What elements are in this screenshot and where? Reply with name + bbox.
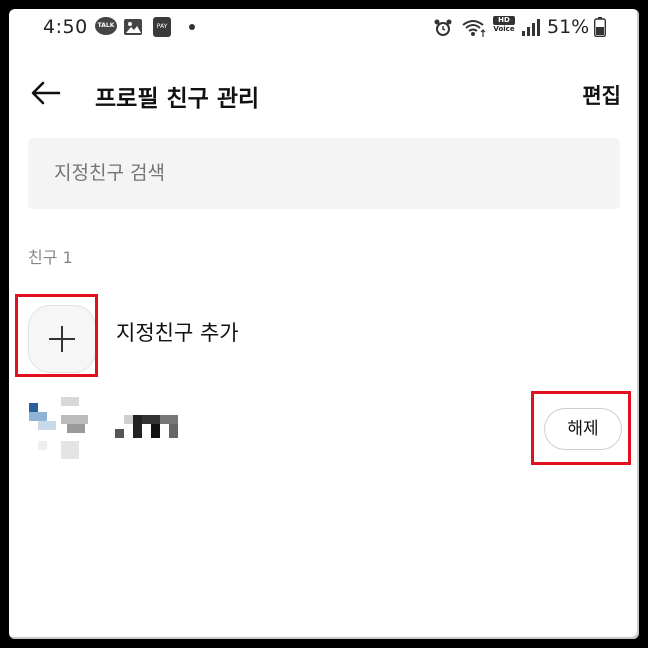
mosaic-block [151, 424, 160, 438]
wifi-icon [462, 20, 486, 37]
mosaic-block [29, 412, 47, 421]
add-designated-friend-row[interactable] [9, 289, 639, 379]
pay-notification-icon: PAY [153, 17, 171, 37]
app-screen: 4:50 TALK PAY HD Voice 51% 프로필 친구 관리 편집 … [9, 9, 639, 639]
alarm-icon [434, 19, 452, 36]
more-notifications-dot-icon [189, 24, 195, 30]
signal-strength-icon [522, 19, 540, 36]
mosaic-block [133, 415, 142, 438]
edit-button[interactable]: 편집 [582, 80, 621, 110]
status-time: 4:50 [43, 16, 88, 38]
friend-avatar-pixelated [23, 393, 99, 467]
status-bar: 4:50 TALK PAY HD Voice 51% [9, 9, 639, 47]
unlink-button-highlight [531, 391, 631, 465]
battery-percent: 51% [547, 16, 590, 38]
mosaic-block [142, 415, 160, 424]
mosaic-block [67, 424, 85, 433]
hd-label: HD [493, 16, 515, 25]
mosaic-block [169, 424, 178, 438]
mosaic-block [29, 403, 38, 412]
add-friend-label: 지정친구 추가 [116, 321, 239, 345]
search-input[interactable] [28, 138, 620, 209]
mosaic-block [160, 415, 178, 424]
add-button-highlight [15, 294, 98, 377]
kakaotalk-notification-icon: TALK [95, 17, 117, 35]
mosaic-block [61, 441, 79, 459]
mosaic-block [61, 415, 88, 424]
top-app-bar: 프로필 친구 관리 편집 [9, 67, 639, 119]
voice-label: Voice [493, 25, 515, 33]
mosaic-block [38, 441, 47, 450]
mosaic-block [115, 429, 124, 438]
back-arrow-icon[interactable] [29, 79, 63, 107]
friends-count-label: 친구 1 [28, 248, 73, 267]
battery-icon [594, 17, 606, 37]
mosaic-block [124, 415, 133, 424]
mosaic-block [38, 421, 56, 430]
page-title: 프로필 친구 관리 [95, 86, 260, 112]
friend-name-pixelated [115, 413, 185, 441]
gallery-notification-icon [124, 19, 142, 35]
mosaic-block [61, 397, 79, 406]
hd-voice-icon: HD Voice [493, 16, 515, 38]
